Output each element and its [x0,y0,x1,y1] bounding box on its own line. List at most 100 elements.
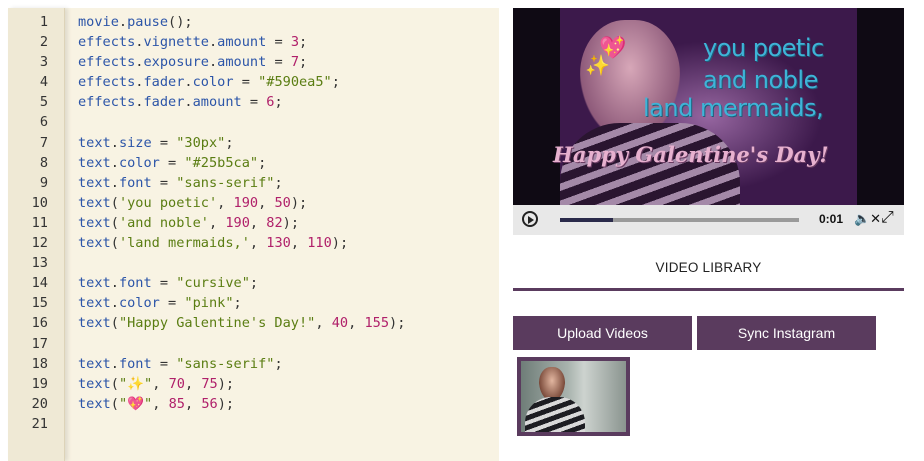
code-line[interactable]: 1 movie.pause(); [8,12,499,32]
code-line[interactable]: 6 [8,112,499,132]
code-token: = [159,154,185,171]
code-token: pause [127,14,169,30]
play-icon[interactable] [522,211,538,227]
code-token: 7 [290,54,300,71]
line-number: 2 [39,34,48,51]
video-canvas[interactable]: 💖 ✨ you poetic and noble land mermaids, … [513,8,904,205]
code-token: = [159,295,185,312]
code-editor[interactable]: 1 movie.pause(); 2 effects.vignette.amount … [8,8,499,461]
code-token: effects [78,74,136,91]
code-text: movie.pause(); [78,12,193,32]
mute-icon[interactable]: 🔈✕ [854,212,881,226]
code-token: ( [110,194,119,211]
code-token: font [118,275,152,292]
line-number: 5 [39,94,48,111]
code-token: ; [274,174,283,191]
line-number: 15 [31,295,48,312]
code-line[interactable]: 7 text.size = "30px"; [8,133,499,153]
code-text: effects.exposure.amount = 7; [78,52,307,72]
code-token: ); [389,315,406,332]
line-number: 6 [39,114,48,131]
code-token: , [249,235,267,252]
code-token: "sans-serif" [176,355,275,372]
code-token: 82 [266,214,283,231]
code-token: ; [331,74,340,91]
code-token: 75 [201,375,218,392]
upload-videos-button[interactable]: Upload Videos [513,316,692,350]
code-token: 3 [290,34,300,51]
overlay-text-you-poetic: you poetic [703,34,824,62]
code-line[interactable]: 16 text("Happy Galentine's Day!", 40, 155… [8,313,499,333]
code-token: ( [110,235,119,252]
code-token: text [78,134,111,151]
code-line[interactable]: 17 [8,334,499,354]
sync-instagram-button[interactable]: Sync Instagram [697,316,876,350]
code-line[interactable]: 11 text('and noble', 190, 82); [8,213,499,233]
code-line[interactable]: 14 text.font = "cursive"; [8,273,499,293]
code-token: text [78,235,111,252]
code-line[interactable]: 20 text("💖", 85, 56); [8,394,499,414]
sparkles-emoji: ✨ [585,55,610,77]
code-token: . [208,34,218,51]
code-token: "💖" [118,395,153,412]
code-token: , [249,214,267,231]
code-token: fader [143,74,185,91]
code-token: ( [110,315,119,332]
code-line[interactable]: 4 effects.fader.color = "#590ea5"; [8,72,499,92]
video-player[interactable]: 💖 ✨ you poetic and noble land mermaids, … [513,8,904,235]
player-controls: 0:01 🔈✕ ⤢ [513,205,904,235]
code-token: = [151,355,177,372]
code-token: ; [299,34,308,51]
code-token: = [233,74,259,91]
code-token: , [315,315,332,332]
code-token: ; [299,54,308,71]
code-line[interactable]: 21 [8,414,499,434]
code-token: 70 [168,375,185,392]
code-line[interactable]: 12 text('land mermaids,', 130, 110); [8,233,499,253]
code-line[interactable]: 3 effects.exposure.amount = 7; [8,52,499,72]
line-number: 14 [31,275,48,292]
code-token: text [78,395,111,412]
code-text: text('and noble', 190, 82); [78,213,299,233]
code-token: color [192,74,234,91]
code-line[interactable]: 18 text.font = "sans-serif"; [8,354,499,374]
code-line[interactable]: 5 effects.fader.amount = 6; [8,92,499,112]
code-line[interactable]: 8 text.color = "#25b5ca"; [8,153,499,173]
video-thumbnail[interactable] [517,357,630,436]
code-token: ( [110,214,119,231]
code-text: text.size = "30px"; [78,133,234,153]
code-line[interactable]: 13 [8,253,499,273]
code-line[interactable]: 19 text("✨", 70, 75); [8,374,499,394]
line-number: 3 [39,54,48,71]
line-number: 8 [39,154,48,171]
code-text: text("Happy Galentine's Day!", 40, 155); [78,313,405,333]
code-token: amount [217,34,267,51]
code-token: ; [274,94,283,111]
code-token: ; [225,134,234,151]
code-token: exposure [143,54,209,71]
person-face [580,20,680,140]
line-number: 20 [31,395,48,412]
code-line[interactable]: 2 effects.vignette.amount = 3; [8,32,499,52]
code-line[interactable]: 9 text.font = "sans-serif"; [8,173,499,193]
code-line[interactable]: 15 text.color = "pink"; [8,293,499,313]
code-text: text.font = "cursive"; [78,273,258,293]
code-token: , [217,194,234,211]
code-token: "✨" [118,375,153,392]
code-token: . [184,94,193,111]
code-token: . [110,154,119,171]
line-number: 13 [31,255,48,272]
code-token: "pink" [184,295,234,312]
seek-progress [560,218,613,222]
code-token: text [78,375,111,392]
library-divider [513,288,904,291]
code-token: ( [110,375,119,392]
code-token: ; [258,154,267,171]
code-token: = [266,34,291,51]
fullscreen-icon[interactable]: ⤢ [881,210,894,226]
code-token: 190 [233,194,259,211]
code-token: ; [249,275,259,292]
code-line[interactable]: 10 text('you poetic', 190, 50); [8,193,499,213]
seek-bar[interactable] [560,218,799,222]
code-lines[interactable]: 1 movie.pause(); 2 effects.vignette.amount … [8,12,499,434]
